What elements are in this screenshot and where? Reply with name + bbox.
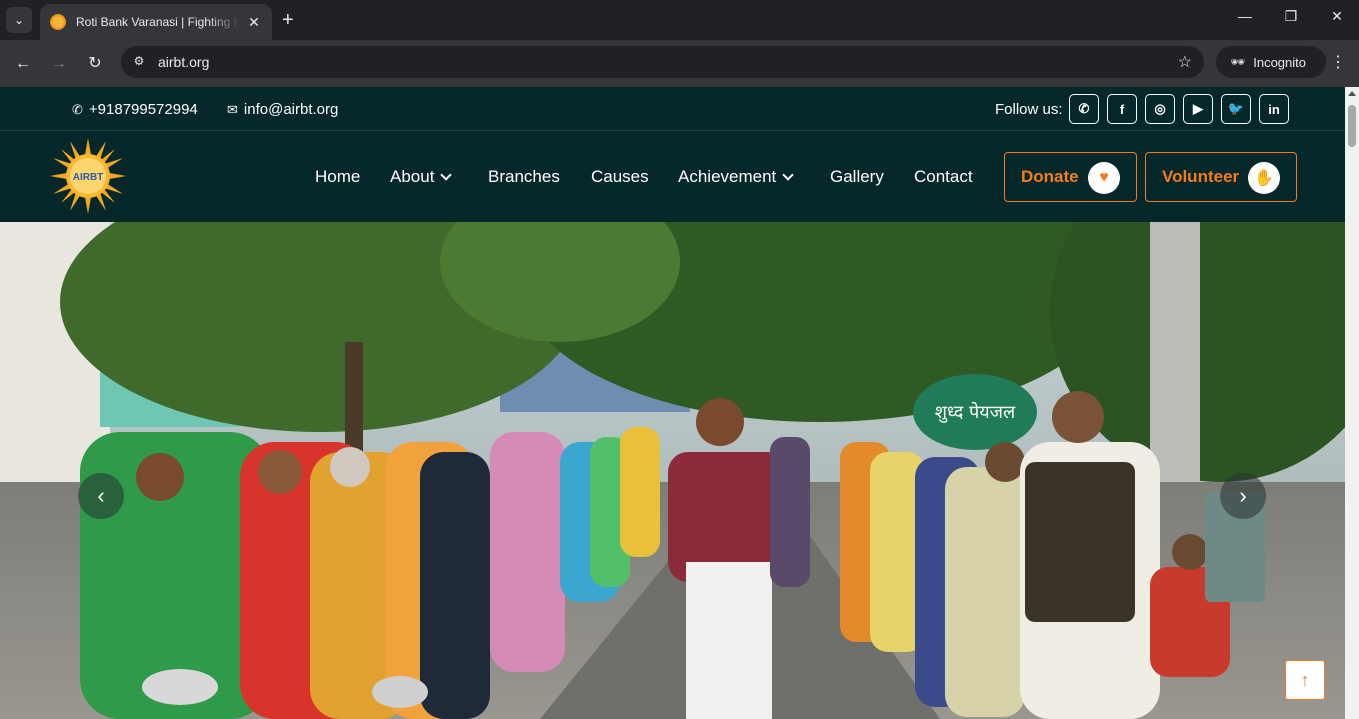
donate-label: Donate [1021,167,1079,186]
bookmark-star-icon[interactable]: ☆ [1178,52,1192,72]
tab-search-icon[interactable]: ⌄ [6,7,32,33]
twitter-icon[interactable]: 🐦 [1221,94,1251,124]
browser-tab-bar: ⌄ Roti Bank Varanasi | Fighting Hunger ✕… [0,0,1359,40]
chevron-down-icon [440,168,453,181]
chevron-down-icon [782,168,794,181]
page-scrollbar[interactable] [1345,87,1359,719]
donate-hand-icon: ♥ [1088,162,1120,194]
volunteer-hands-icon: ✋ [1248,162,1280,194]
mail-icon: ✉ [227,101,238,117]
nav-home[interactable]: Home [315,167,360,187]
email-link[interactable]: ✉ info@airbt.org [227,101,338,118]
phone-link[interactable]: ✆ +918799572994 [72,101,198,118]
volunteer-label: Volunteer [1162,167,1240,186]
hero-photo: शुध्द पेयजल [0,222,1345,719]
nav-contact[interactable]: Contact [914,167,973,187]
carousel-next-button[interactable]: › [1220,473,1266,519]
incognito-indicator[interactable]: 🕶 Incognito [1216,46,1326,78]
scrollbar-thumb[interactable] [1348,105,1356,147]
logo-text: AIRBT [73,172,104,183]
incognito-icon: 🕶 [1230,55,1246,69]
site-info-icon[interactable]: ⚙ [131,54,147,70]
airbt-logo[interactable]: AIRBT [50,138,126,214]
nav-achievement[interactable]: Achievement [678,167,794,187]
nav-about[interactable]: About [390,167,453,187]
page-content: ✆ +918799572994 ✉ info@airbt.org Follow … [0,87,1345,719]
phone-number: +918799572994 [88,101,198,118]
carousel-prev-button[interactable]: ‹ [78,473,124,519]
hero-carousel: शुध्द पेयजल ‹ › [0,222,1345,719]
volunteer-button[interactable]: Volunteer ✋ [1145,152,1297,202]
water-sign-text: शुध्द पेयजल [935,401,1016,423]
url-text[interactable]: airbt.org [158,54,209,70]
new-tab-button[interactable]: + [282,9,294,31]
minimize-icon[interactable]: — [1233,8,1257,24]
nav-causes[interactable]: Causes [591,167,649,187]
donate-button[interactable]: Donate ♥ [1004,152,1137,202]
nav-gallery[interactable]: Gallery [830,167,884,187]
scroll-up-icon[interactable] [1348,91,1356,96]
forward-icon[interactable]: → [47,52,71,76]
nav-branches[interactable]: Branches [488,167,560,187]
browser-toolbar: ← → ↻ ⚙ airbt.org ☆ 🕶 Incognito ⋮ [0,40,1359,87]
follow-us-label: Follow us: [995,101,1063,118]
browser-tab[interactable]: Roti Bank Varanasi | Fighting Hunger ✕ [40,4,272,40]
email-address: info@airbt.org [243,101,339,118]
phone-icon: ✆ [72,101,83,117]
scroll-to-top-button[interactable]: ↑ [1285,660,1325,700]
incognito-label: Incognito [1253,54,1306,70]
close-tab-icon[interactable]: ✕ [246,14,262,31]
nav-about-label: About [390,167,435,186]
address-bar[interactable]: ⚙ airbt.org ☆ [121,46,1204,78]
reload-icon[interactable]: ↻ [83,52,107,76]
close-window-icon[interactable]: ✕ [1325,8,1349,25]
top-contact-bar: ✆ +918799572994 ✉ info@airbt.org Follow … [0,87,1345,131]
browser-menu-icon[interactable]: ⋮ [1330,52,1346,72]
youtube-icon[interactable]: ▶ [1183,94,1213,124]
facebook-icon[interactable]: f [1107,94,1137,124]
nav-achievement-label: Achievement [678,167,777,186]
whatsapp-icon[interactable]: ✆ [1069,94,1099,124]
maximize-icon[interactable]: ❐ [1279,8,1303,25]
instagram-icon[interactable]: ◎ [1145,94,1175,124]
favicon-icon [50,14,66,30]
linkedin-icon[interactable]: in [1259,94,1289,124]
tab-title: Roti Bank Varanasi | Fighting Hunger [76,15,240,29]
main-navbar: AIRBT Home About Branches Causes Achieve… [0,132,1345,222]
back-icon[interactable]: ← [11,52,35,76]
